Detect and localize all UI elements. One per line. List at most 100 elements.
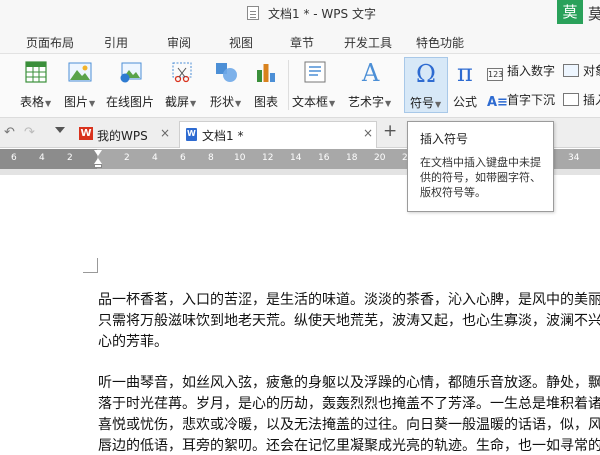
- textbox-icon: [304, 61, 326, 83]
- chart-button[interactable]: 图表: [248, 57, 284, 113]
- tooltip-title: 插入符号: [420, 132, 469, 146]
- new-tab-button[interactable]: +: [383, 121, 397, 141]
- wordart-button-label: 艺术字: [348, 95, 385, 109]
- tooltip-body: 在文档中插入键盘中未提供的符号，如带圈字符、版权符号等。: [420, 156, 541, 199]
- paragraph-line: 落于时光荏苒。岁月，是心的历劫，轰轰烈烈也掩盖不了芳泽。一生总是堆积着诸: [98, 396, 600, 412]
- paragraph-line: 唇边的低语，耳旁的絮叨。还会在记忆里凝聚成光亮的轨迹。生命，也一如寻常的: [98, 438, 600, 454]
- ruler-label: 4: [39, 153, 45, 163]
- screenshot-button-label: 截屏: [165, 95, 190, 109]
- redo-icon[interactable]: ↷: [24, 125, 35, 140]
- chart-button-label: 图表: [254, 95, 279, 109]
- paragraph-line: 品一杯香茗，入口的苦涩，是生活的味道。淡淡的茶香，沁入心脾，是风中的美丽: [98, 292, 600, 308]
- ruler-label: 34: [568, 153, 580, 163]
- paragraph-1[interactable]: 品一杯香茗，入口的苦涩，是生活的味道。淡淡的茶香，沁入心脾，是风中的美丽 只需将…: [98, 290, 600, 353]
- ime-indicator-secondary[interactable]: 莫: [588, 3, 600, 24]
- shapes-icon: [216, 63, 237, 82]
- document-icon: [186, 128, 197, 141]
- wps-logo-icon: W: [79, 127, 93, 140]
- margin-corner-mark: [83, 258, 98, 273]
- chevron-down-icon: ▼: [89, 99, 96, 108]
- ruler-label: 18: [346, 153, 358, 163]
- omega-symbol-icon: Ω: [416, 60, 436, 86]
- table-icon: [25, 61, 47, 83]
- tab-review[interactable]: 审阅: [167, 34, 191, 51]
- online-picture-icon: [120, 62, 142, 83]
- wordart-button[interactable]: A 艺术字▼: [345, 57, 397, 113]
- chevron-down-icon: ▼: [45, 99, 52, 108]
- title-bar: 文档1 * - WPS 文字 莫 莫: [0, 0, 600, 28]
- ime-indicator[interactable]: 莫: [557, 0, 583, 24]
- chevron-down-icon[interactable]: [55, 127, 65, 133]
- symbol-button[interactable]: Ω 符号▼: [404, 57, 448, 113]
- pi-formula-icon: π: [457, 59, 473, 85]
- paragraph-line: 听一曲琴音，如丝风入弦，疲惫的身躯以及浮躁的心情，都随乐音放逐。静处，飘: [98, 375, 600, 391]
- screenshot-button[interactable]: 截屏▼: [161, 57, 203, 113]
- ruler-label: 2: [67, 153, 73, 163]
- document-icon: [247, 6, 259, 20]
- tab-references[interactable]: 引用: [104, 34, 128, 51]
- online-picture-button-label: 在线图片: [106, 95, 155, 109]
- first-line-indent-handle[interactable]: [94, 150, 102, 156]
- svg-text:Ω: Ω: [416, 60, 436, 86]
- chevron-down-icon: ▼: [385, 99, 392, 108]
- insert-number-label: 插入数字: [507, 64, 556, 78]
- ruler-label: 6: [180, 153, 186, 163]
- ruler-label: 12: [262, 153, 274, 163]
- table-button-label: 表格: [20, 95, 45, 109]
- screenshot-icon: [172, 62, 192, 83]
- tab-my-wps-label: 我的WPS: [97, 129, 148, 143]
- ruler-label: 20: [374, 153, 386, 163]
- shapes-button[interactable]: 形状▼: [206, 57, 246, 113]
- picture-button[interactable]: 图片▼: [60, 57, 100, 113]
- ruler-label: 14: [290, 153, 302, 163]
- svg-text:A: A: [361, 59, 380, 85]
- insert-button[interactable]: 插入: [563, 91, 600, 108]
- paragraph-line: 喜悦或忧伤，悲欢或冷暖，以及无法掩盖的过往。向日葵一般温暖的话语，似，风中: [98, 417, 600, 433]
- ruler-label: 4: [152, 153, 158, 163]
- dropcap-button[interactable]: A≡首字下沉: [487, 91, 555, 109]
- tab-page-layout[interactable]: 页面布局: [26, 34, 74, 51]
- ruler-label: 16: [318, 153, 330, 163]
- symbol-button-label: 符号: [410, 96, 435, 110]
- chart-icon: [257, 64, 275, 82]
- ruler-label: 2: [124, 153, 130, 163]
- ruler-label: 8: [208, 153, 214, 163]
- tab-document1[interactable]: 文档1 * ×: [179, 121, 377, 148]
- symbol-tooltip: 插入符号 在文档中插入键盘中未提供的符号，如带圈字符、版权符号等。: [407, 121, 554, 212]
- tab-section[interactable]: 章节: [290, 34, 314, 51]
- shapes-button-label: 形状: [210, 95, 235, 109]
- table-button[interactable]: 表格▼: [16, 57, 56, 113]
- textbox-button[interactable]: 文本框▼: [292, 57, 340, 113]
- tab-view[interactable]: 视图: [229, 34, 253, 51]
- object-button[interactable]: 对象: [563, 62, 600, 79]
- object-label: 对象: [583, 64, 600, 78]
- undo-icon[interactable]: ↶: [4, 125, 15, 140]
- object-icon: [563, 64, 579, 77]
- tab-special-features[interactable]: 特色功能: [416, 34, 464, 51]
- paragraph-2[interactable]: 听一曲琴音，如丝风入弦，疲惫的身躯以及浮躁的心情，都随乐音放逐。静处，飘 落于时…: [98, 373, 600, 455]
- tab-my-wps[interactable]: W 我的WPS ×: [74, 122, 176, 148]
- left-indent-handle[interactable]: [94, 164, 102, 168]
- textbox-button-label: 文本框: [292, 95, 329, 109]
- document-page[interactable]: 品一杯香茗，入口的苦涩，是生活的味道。淡淡的茶香，沁入心脾，是风中的美丽 只需将…: [0, 175, 600, 455]
- close-icon[interactable]: ×: [160, 126, 170, 140]
- close-icon[interactable]: ×: [363, 126, 373, 140]
- paragraph-line: 只需将万般滋味饮到地老天荒。纵使天地荒芜，波涛又起，也心生寡淡，波澜不兴: [98, 313, 600, 329]
- picture-button-label: 图片: [64, 95, 89, 109]
- number-icon: 123: [487, 68, 504, 81]
- dropcap-label: 首字下沉: [507, 93, 556, 107]
- tab-developer[interactable]: 开发工具: [344, 34, 392, 51]
- online-picture-button[interactable]: 在线图片: [104, 57, 158, 113]
- formula-button[interactable]: π 公式: [452, 57, 482, 113]
- window-title: 文档1 * - WPS 文字: [268, 7, 376, 21]
- insert-icon: [563, 93, 579, 106]
- paragraph-line: 心的芳菲。: [98, 334, 168, 350]
- indent-marker[interactable]: [94, 150, 103, 171]
- insert-number-button[interactable]: 123 插入数字: [487, 62, 555, 81]
- picture-icon: [68, 62, 92, 82]
- wordart-icon: A: [361, 59, 380, 85]
- chevron-down-icon: ▼: [235, 99, 242, 108]
- ruler-label: 10: [234, 153, 246, 163]
- tab-document1-label: 文档1 *: [202, 129, 244, 143]
- chevron-down-icon: ▼: [435, 100, 442, 109]
